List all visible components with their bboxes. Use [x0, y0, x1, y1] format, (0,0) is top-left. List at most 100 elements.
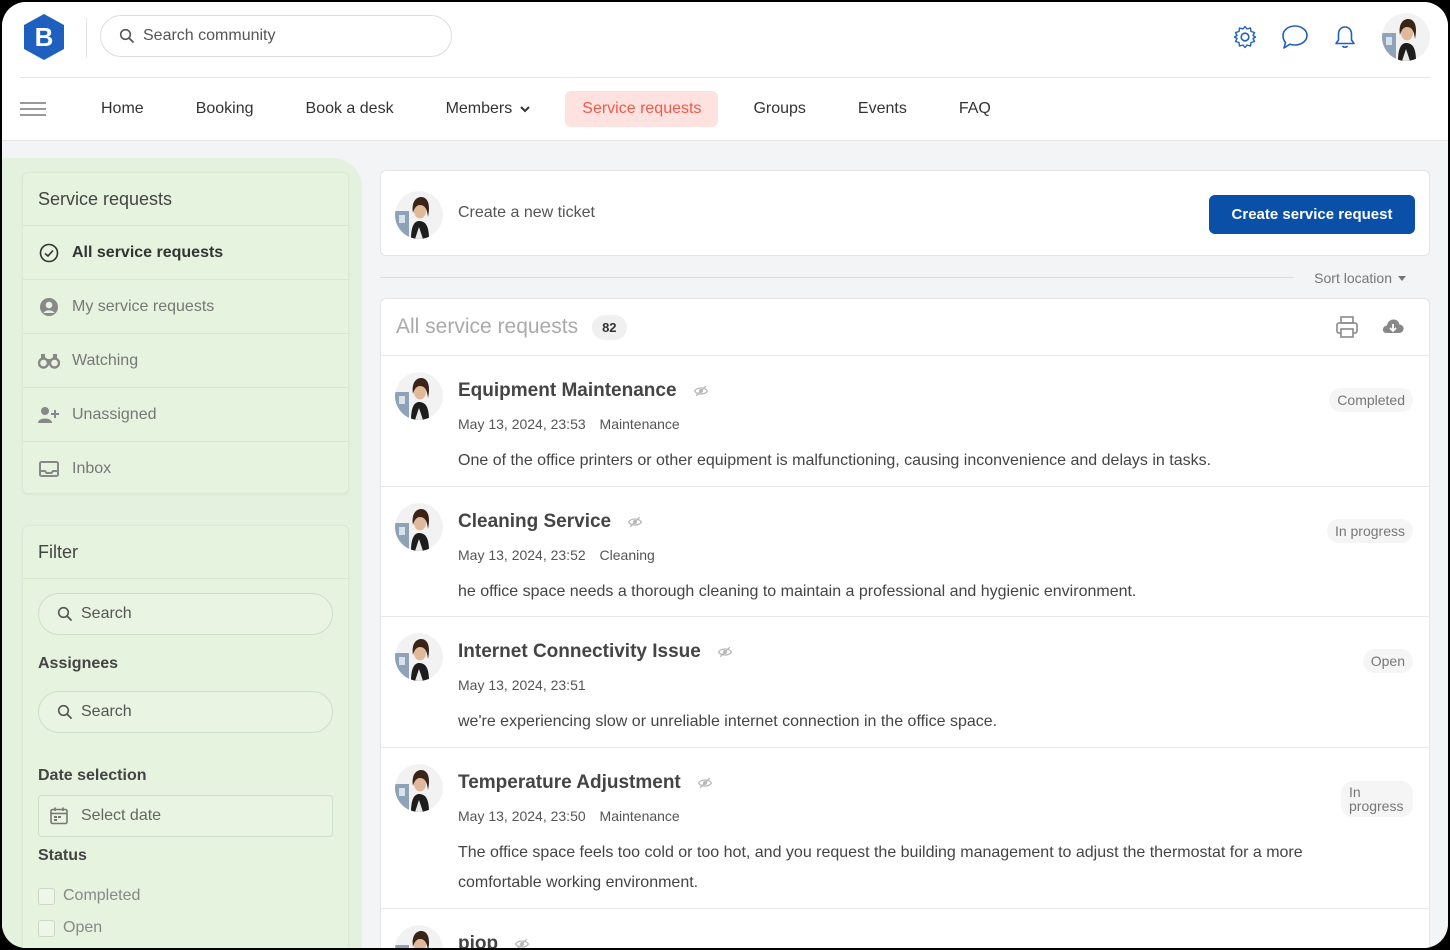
nav-service-requests[interactable]: Service requests	[565, 91, 719, 127]
nav-events[interactable]: Events	[841, 91, 924, 127]
sort-location-label: Sort location	[1314, 270, 1392, 286]
binoculars-icon	[38, 353, 60, 369]
avatar	[395, 764, 443, 812]
request-category: Maintenance	[599, 416, 680, 432]
status-badge: In progress	[1341, 781, 1413, 817]
hamburger-menu-icon[interactable]	[20, 98, 46, 120]
request-meta: May 13, 2024, 23:50 Maintenance	[458, 808, 690, 824]
request-title-text: Equipment Maintenance	[458, 380, 677, 401]
search-placeholder: Search community	[143, 27, 276, 44]
notifications-button[interactable]	[1320, 12, 1370, 62]
sidebar-item-my-service-requests[interactable]: My service requests	[23, 280, 348, 334]
request-title[interactable]: piop	[458, 933, 530, 948]
eye-off-icon[interactable]	[717, 644, 733, 660]
nav-booking[interactable]: Booking	[179, 91, 271, 127]
request-title[interactable]: Cleaning Service	[458, 511, 643, 533]
filter-search-input[interactable]: Search	[38, 593, 333, 635]
eye-off-icon[interactable]	[627, 514, 643, 530]
logo-divider	[86, 18, 87, 58]
date-placeholder: Select date	[81, 807, 162, 824]
user-plus-icon	[38, 406, 60, 424]
nav-groups[interactable]: Groups	[736, 91, 822, 127]
search-icon	[119, 28, 135, 44]
status-option-label: Completed	[63, 887, 141, 904]
request-item[interactable]: Temperature Adjustment May 13, 2024, 23:…	[381, 748, 1429, 909]
eye-off-icon[interactable]	[693, 383, 709, 399]
community-search-input[interactable]: Search community	[100, 15, 452, 57]
download-button[interactable]	[1381, 315, 1405, 344]
request-title[interactable]: Temperature Adjustment	[458, 772, 713, 794]
request-title[interactable]: Equipment Maintenance	[458, 380, 709, 402]
status-option-open[interactable]: Open	[23, 919, 348, 937]
search-icon	[57, 606, 73, 622]
filter-search-placeholder: Search	[81, 605, 132, 622]
status-badge: Completed	[1329, 388, 1413, 412]
nav-book-a-desk[interactable]: Book a desk	[289, 91, 411, 127]
request-meta: May 13, 2024, 23:53 Maintenance	[458, 416, 690, 432]
request-description: we're experiencing slow or unreliable in…	[458, 713, 998, 730]
request-title-text: Temperature Adjustment	[458, 772, 681, 793]
request-title-text: piop	[458, 933, 499, 948]
sidebar-item-inbox[interactable]: Inbox	[23, 442, 348, 496]
request-date: May 13, 2024, 23:52	[458, 547, 586, 563]
nav-members-label: Members	[445, 100, 513, 117]
checkbox[interactable]	[38, 887, 55, 905]
request-item[interactable]: piop	[381, 909, 1429, 948]
avatar	[395, 633, 443, 681]
service-requests-menu: Service requests All service requests My…	[22, 172, 349, 494]
sidebar-item-label: All service requests	[72, 243, 224, 261]
service-requests-list: All service requests 82 Equipment Mainte…	[380, 298, 1430, 948]
filter-panel: Filter Search Assignees Search Date sele…	[22, 525, 349, 948]
search-icon	[57, 704, 73, 720]
eye-off-icon[interactable]	[697, 775, 713, 791]
sidebar-item-label: Unassigned	[72, 405, 157, 423]
chat-icon	[1282, 25, 1308, 49]
messages-button[interactable]	[1270, 12, 1320, 62]
nav-home[interactable]: Home	[84, 91, 161, 127]
request-title[interactable]: Internet Connectivity Issue	[458, 641, 733, 663]
eye-off-icon[interactable]	[514, 936, 530, 948]
app-logo[interactable]: B	[22, 13, 66, 61]
caret-down-icon	[1398, 275, 1406, 281]
user-avatar[interactable]	[1382, 13, 1430, 61]
date-selection-label: Date selection	[38, 767, 147, 784]
inbox-icon	[38, 461, 60, 477]
sidebar-item-watching[interactable]: Watching	[23, 334, 348, 388]
sidebar-item-all-service-requests[interactable]: All service requests	[23, 226, 348, 280]
svg-text:B: B	[35, 22, 54, 52]
assignees-search-placeholder: Search	[81, 703, 132, 720]
status-option-label: Open	[63, 919, 103, 936]
avatar	[395, 372, 443, 420]
request-title-text: Cleaning Service	[458, 511, 612, 532]
nav-faq[interactable]: FAQ	[942, 91, 1008, 127]
request-item[interactable]: Internet Connectivity Issue May 13, 2024…	[381, 617, 1429, 748]
request-description: The office space feels too cold or too h…	[458, 844, 1303, 891]
printer-icon	[1336, 316, 1358, 338]
user-circle-icon	[38, 297, 60, 317]
list-title: All service requests	[396, 315, 579, 338]
count-badge: 82	[592, 314, 627, 340]
sort-location-dropdown[interactable]: Sort location	[1314, 270, 1406, 286]
status-badge: Open	[1362, 649, 1413, 673]
print-button[interactable]	[1335, 315, 1359, 344]
create-service-request-button[interactable]: Create service request	[1209, 195, 1415, 234]
list-header: All service requests 82	[381, 299, 1429, 356]
settings-button[interactable]	[1220, 12, 1270, 62]
date-picker-input[interactable]: Select date	[38, 795, 333, 837]
request-item[interactable]: Cleaning Service May 13, 2024, 23:52 Cle…	[381, 487, 1429, 617]
main-nav: Home Booking Book a desk Members Service…	[2, 78, 1448, 141]
status-option-completed[interactable]: Completed	[23, 887, 348, 905]
sidebar-item-unassigned[interactable]: Unassigned	[23, 388, 348, 442]
sidebar-title: Service requests	[23, 173, 348, 226]
sidebar-item-label: My service requests	[72, 297, 215, 315]
avatar	[395, 191, 443, 239]
status-label: Status	[38, 847, 87, 864]
request-category: Maintenance	[599, 808, 680, 824]
avatar	[395, 503, 443, 551]
nav-members[interactable]: Members	[429, 91, 548, 127]
assignees-search-input[interactable]: Search	[38, 691, 333, 733]
request-meta: May 13, 2024, 23:52 Cleaning	[458, 547, 665, 563]
request-item[interactable]: Equipment Maintenance May 13, 2024, 23:5…	[381, 356, 1429, 487]
create-ticket-prompt[interactable]: Create a new ticket	[458, 204, 595, 222]
checkbox[interactable]	[38, 919, 55, 937]
